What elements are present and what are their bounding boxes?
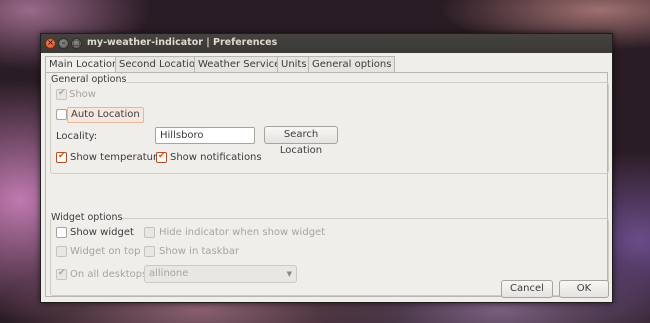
show-notifications-label: Show notifications bbox=[170, 152, 262, 163]
close-window-button[interactable]: × bbox=[45, 38, 56, 49]
general-options-title: General options bbox=[51, 74, 127, 85]
close-icon: × bbox=[47, 38, 54, 47]
ok-button[interactable]: OK bbox=[559, 280, 609, 298]
on-all-desktops-label: On all desktops bbox=[70, 269, 148, 280]
locality-input[interactable]: Hillsboro bbox=[155, 127, 255, 144]
show-widget-checkbox[interactable] bbox=[56, 227, 67, 238]
show-label: Show bbox=[69, 89, 96, 100]
search-location-button[interactable]: Search Location bbox=[264, 126, 338, 156]
skin-select[interactable]: allinone ▼ bbox=[144, 265, 297, 283]
locality-label: Locality: bbox=[56, 131, 98, 142]
show-checkbox[interactable] bbox=[56, 88, 67, 100]
maximize-window-button[interactable]: □ bbox=[71, 38, 82, 49]
title-bar[interactable]: × – □ my-weather-indicator | Preferences bbox=[41, 34, 612, 53]
tab-general-options[interactable]: General options bbox=[308, 56, 396, 73]
tab-second-location[interactable]: Second Location bbox=[115, 56, 206, 73]
show-temperature-label: Show temperature bbox=[70, 152, 164, 163]
show-widget-label: Show widget bbox=[70, 227, 134, 238]
show-in-taskbar-label: Show in taskbar bbox=[159, 246, 240, 257]
tab-units[interactable]: Units bbox=[277, 56, 311, 73]
show-in-taskbar-checkbox[interactable] bbox=[144, 246, 155, 257]
main-location-page: General options Show Auto Location Local… bbox=[45, 72, 609, 297]
hide-indicator-checkbox[interactable] bbox=[144, 227, 155, 238]
hide-indicator-label: Hide indicator when show widget bbox=[159, 227, 326, 238]
on-all-desktops-checkbox[interactable] bbox=[56, 268, 67, 280]
show-temperature-checkbox[interactable] bbox=[56, 151, 67, 163]
window-title: my-weather-indicator | Preferences bbox=[87, 37, 278, 48]
chevron-down-icon: ▼ bbox=[286, 270, 292, 278]
widget-on-top-label: Widget on top bbox=[70, 246, 141, 257]
minimize-icon: – bbox=[61, 38, 66, 47]
minimize-window-button[interactable]: – bbox=[58, 38, 69, 49]
auto-location-label[interactable]: Auto Location bbox=[67, 107, 144, 123]
widget-options-title: Widget options bbox=[51, 212, 123, 223]
preferences-window: × – □ my-weather-indicator | Preferences… bbox=[40, 33, 613, 303]
skin-select-value: allinone bbox=[149, 268, 189, 279]
auto-location-checkbox[interactable] bbox=[56, 109, 67, 120]
tab-weather-services[interactable]: Weather Services bbox=[194, 56, 290, 73]
show-notifications-checkbox[interactable] bbox=[156, 151, 167, 163]
cancel-button[interactable]: Cancel bbox=[501, 280, 553, 298]
maximize-icon: □ bbox=[72, 38, 81, 47]
widget-on-top-checkbox[interactable] bbox=[56, 246, 67, 257]
